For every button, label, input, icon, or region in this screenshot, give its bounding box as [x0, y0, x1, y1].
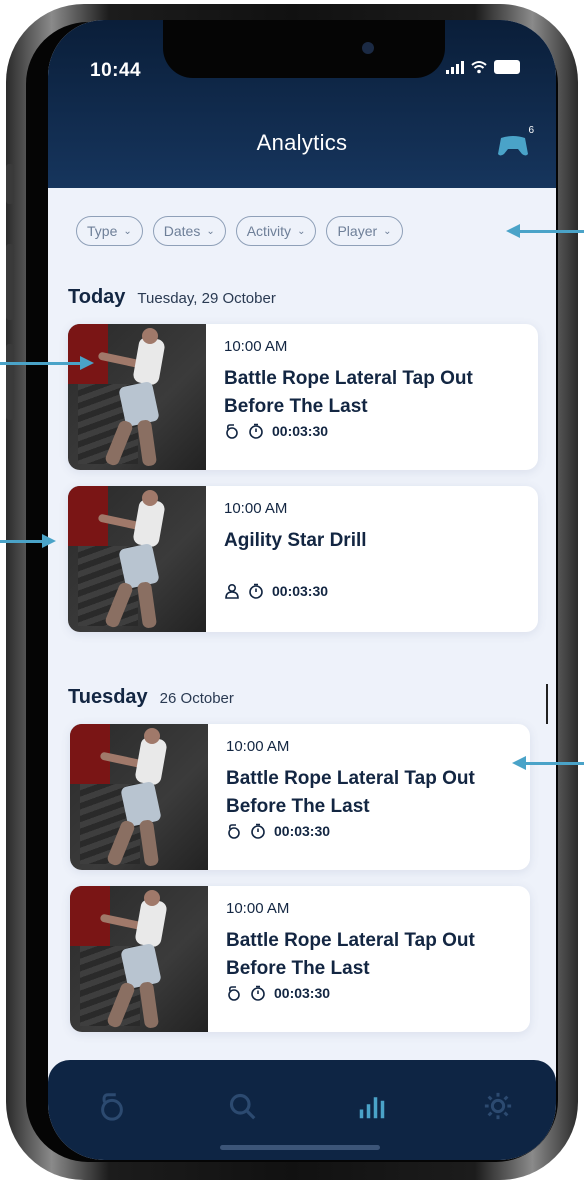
nav-analytics[interactable]	[354, 1088, 390, 1124]
activity-thumbnail	[68, 486, 206, 632]
activity-time: 10:00 AM	[224, 338, 288, 355]
stopwatch-icon	[251, 823, 265, 839]
activity-meta: 00:03:30	[226, 985, 520, 1001]
person-icon	[225, 583, 239, 599]
chevron-down-icon: ⌄	[383, 225, 392, 237]
activity-duration: 00:03:30	[274, 823, 331, 839]
signal-icon	[446, 61, 464, 74]
activity-card[interactable]: 10:00 AM Battle Rope Lateral Tap Out Bef…	[70, 724, 530, 870]
mute-switch	[6, 164, 14, 204]
search-icon	[229, 1093, 256, 1120]
chevron-down-icon: ⌄	[206, 225, 215, 237]
battery-icon	[494, 60, 520, 74]
section-day: Today	[68, 286, 126, 308]
activity-thumbnail	[70, 886, 208, 1032]
section-date: 26 October	[159, 690, 234, 707]
nav-workouts[interactable]	[94, 1088, 130, 1124]
filter-activity[interactable]: Activity ⌄	[235, 216, 317, 246]
activity-card[interactable]: 10:00 AM Agility Star Drill 00:03:30	[68, 486, 538, 632]
filter-label: Activity	[246, 223, 292, 239]
activity-title: Battle Rope Lateral Tap Out Before The L…	[226, 930, 475, 979]
chevron-down-icon: ⌄	[123, 225, 132, 237]
activity-meta: 00:03:30	[224, 423, 528, 439]
activity-thumbnail	[70, 724, 208, 870]
status-time: 10:44	[90, 60, 142, 81]
kettlebell-icon	[228, 824, 240, 839]
activity-time: 10:00 AM	[224, 500, 288, 517]
activity-meta: 00:03:30	[224, 583, 528, 599]
activity-card[interactable]: 10:00 AM Battle Rope Lateral Tap Out Bef…	[68, 324, 538, 470]
wifi-icon	[471, 61, 487, 74]
filter-label: Type	[87, 223, 118, 239]
kettlebell-icon	[226, 424, 238, 439]
activity-title: Battle Rope Lateral Tap Out Before The L…	[226, 768, 475, 817]
stopwatch-icon	[251, 985, 265, 1001]
activity-duration: 00:03:30	[274, 985, 331, 1001]
settings-icon	[484, 1092, 512, 1120]
analytics-icon	[359, 1097, 385, 1119]
game-controller-icon[interactable]	[496, 130, 530, 158]
nav-search[interactable]	[224, 1088, 260, 1124]
bottom-navigation	[48, 1060, 556, 1160]
volume-up-button	[6, 244, 14, 320]
section-header-today: Today Tuesday, 29 October	[68, 286, 276, 309]
filter-dates[interactable]: Dates ⌄	[152, 216, 226, 246]
filter-label: Dates	[163, 223, 201, 239]
section-date: Tuesday, 29 October	[137, 290, 276, 307]
activity-thumbnail	[68, 324, 206, 470]
activity-title: Agility Star Drill	[224, 530, 367, 551]
filter-type[interactable]: Type ⌄	[76, 216, 143, 246]
volume-down-button	[6, 344, 14, 420]
controller-badge: 6	[528, 125, 534, 136]
home-indicator	[220, 1145, 380, 1150]
activity-meta: 00:03:30	[226, 823, 520, 839]
filter-label: Player	[337, 223, 378, 239]
camera	[362, 42, 374, 54]
app-screen: 10:44 Analytics 6 Type ⌄ Dates ⌄ Activity ⌄…	[48, 20, 556, 1160]
section-day: Tuesday	[68, 686, 148, 708]
activity-card[interactable]: 10:00 AM Battle Rope Lateral Tap Out Bef…	[70, 886, 530, 1032]
section-header-tuesday: Tuesday 26 October	[68, 686, 234, 709]
filter-bar: Type ⌄ Dates ⌄ Activity ⌄ Player ⌄	[76, 216, 403, 246]
notch	[163, 20, 445, 78]
kettlebell-icon	[228, 986, 240, 1001]
filter-player[interactable]: Player ⌄	[326, 216, 403, 246]
chevron-down-icon: ⌄	[297, 225, 306, 237]
activity-duration: 00:03:30	[272, 423, 329, 439]
page-title: Analytics	[256, 130, 348, 155]
activity-duration: 00:03:30	[272, 583, 329, 599]
scrollbar[interactable]	[546, 684, 548, 724]
nav-settings[interactable]	[480, 1088, 516, 1124]
status-icons	[446, 60, 520, 74]
app-header: 10:44 Analytics 6	[48, 20, 556, 188]
activity-time: 10:00 AM	[226, 900, 290, 917]
activity-title: Battle Rope Lateral Tap Out Before The L…	[224, 368, 473, 417]
kettlebell-icon	[101, 1093, 123, 1121]
activity-time: 10:00 AM	[226, 738, 290, 755]
stopwatch-icon	[249, 583, 263, 599]
stopwatch-icon	[249, 423, 263, 439]
